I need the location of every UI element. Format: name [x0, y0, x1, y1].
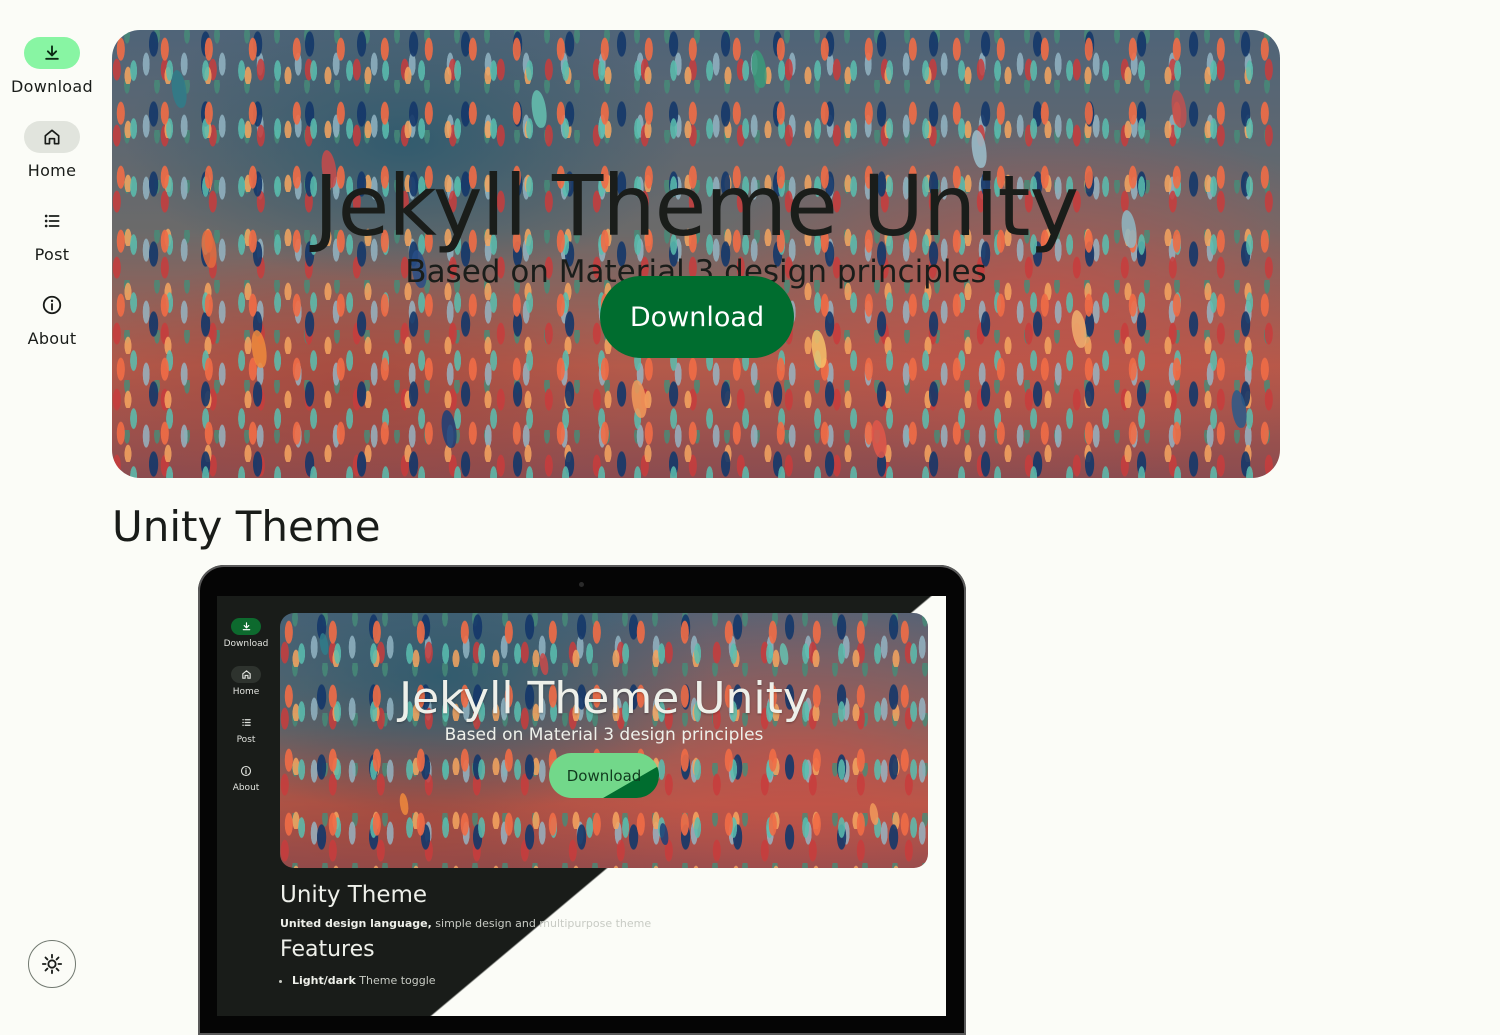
- preview-description-bold: United design language,: [280, 917, 432, 930]
- hero-download-button[interactable]: Download: [600, 276, 794, 358]
- nav-home-pill: [24, 121, 80, 153]
- navigation-rail: Download Home Post About: [0, 0, 104, 1000]
- theme-toggle-button[interactable]: [28, 940, 76, 988]
- sun-icon: [41, 953, 63, 975]
- preview-home-pill: [231, 666, 261, 683]
- nav-home[interactable]: Home: [0, 121, 104, 180]
- nav-post-label: Post: [34, 245, 70, 264]
- preview-hero-title: Jekyll Theme Unity: [399, 673, 809, 724]
- preview-feature-item: Light/dark Theme toggle: [292, 974, 436, 987]
- preview-nav-about: About: [217, 762, 275, 793]
- info-icon: [42, 295, 62, 315]
- preview-post-pill: [231, 714, 261, 731]
- download-icon: [45, 45, 59, 60]
- nav-post[interactable]: Post: [0, 205, 104, 264]
- nav-about-label: About: [27, 329, 77, 348]
- preview-download-pill: [231, 618, 261, 635]
- home-icon: [241, 670, 251, 679]
- preview-hero: Jekyll Theme Unity Based on Material 3 d…: [280, 613, 928, 868]
- preview-section-title: Unity Theme: [280, 882, 428, 908]
- list-icon: [241, 719, 251, 726]
- preview-nav-about-label: About: [232, 783, 260, 793]
- hero-title: Jekyll Theme Unity: [313, 157, 1079, 255]
- preview-features-list: Light/dark Theme toggle: [280, 974, 436, 987]
- home-icon: [44, 129, 60, 145]
- preview-description-rest: simple design and multipurpose theme: [431, 917, 652, 930]
- laptop-camera: [579, 582, 584, 587]
- preview-feature-rest: Theme toggle: [355, 974, 436, 987]
- nav-download[interactable]: Download: [0, 37, 104, 96]
- preview-nav-post: Post: [217, 714, 275, 745]
- download-icon: [242, 622, 250, 631]
- preview-hero-button: Download: [549, 753, 659, 798]
- section-title: Unity Theme: [112, 502, 381, 551]
- preview-nav-download: Download: [217, 618, 275, 649]
- preview-hero-subtitle: Based on Material 3 design principles: [444, 725, 764, 745]
- preview-nav-home: Home: [217, 666, 275, 697]
- preview-description: United design language, simple design an…: [280, 917, 651, 930]
- nav-about-pill: [24, 289, 80, 321]
- preview-nav-post-label: Post: [236, 735, 256, 745]
- list-icon: [44, 214, 60, 228]
- laptop-mockup-image: Download Home Post About Jekyll Theme Un…: [198, 565, 966, 1035]
- nav-download-pill: [24, 37, 80, 69]
- nav-home-label: Home: [27, 161, 77, 180]
- hero-banner: Jekyll Theme Unity Based on Material 3 d…: [112, 30, 1280, 478]
- info-icon: [240, 765, 252, 776]
- nav-about[interactable]: About: [0, 289, 104, 348]
- nav-post-pill: [24, 205, 80, 237]
- nav-download-label: Download: [11, 77, 93, 96]
- preview-nav-download-label: Download: [223, 639, 269, 649]
- laptop-screen: Download Home Post About Jekyll Theme Un…: [217, 596, 946, 1016]
- preview-feature-bold: Light/dark: [292, 974, 356, 987]
- preview-nav-home-label: Home: [232, 687, 260, 697]
- preview-features-title: Features: [280, 937, 375, 962]
- preview-about-pill: [231, 762, 261, 779]
- preview-nav-rail: Download Home Post About: [217, 596, 275, 1016]
